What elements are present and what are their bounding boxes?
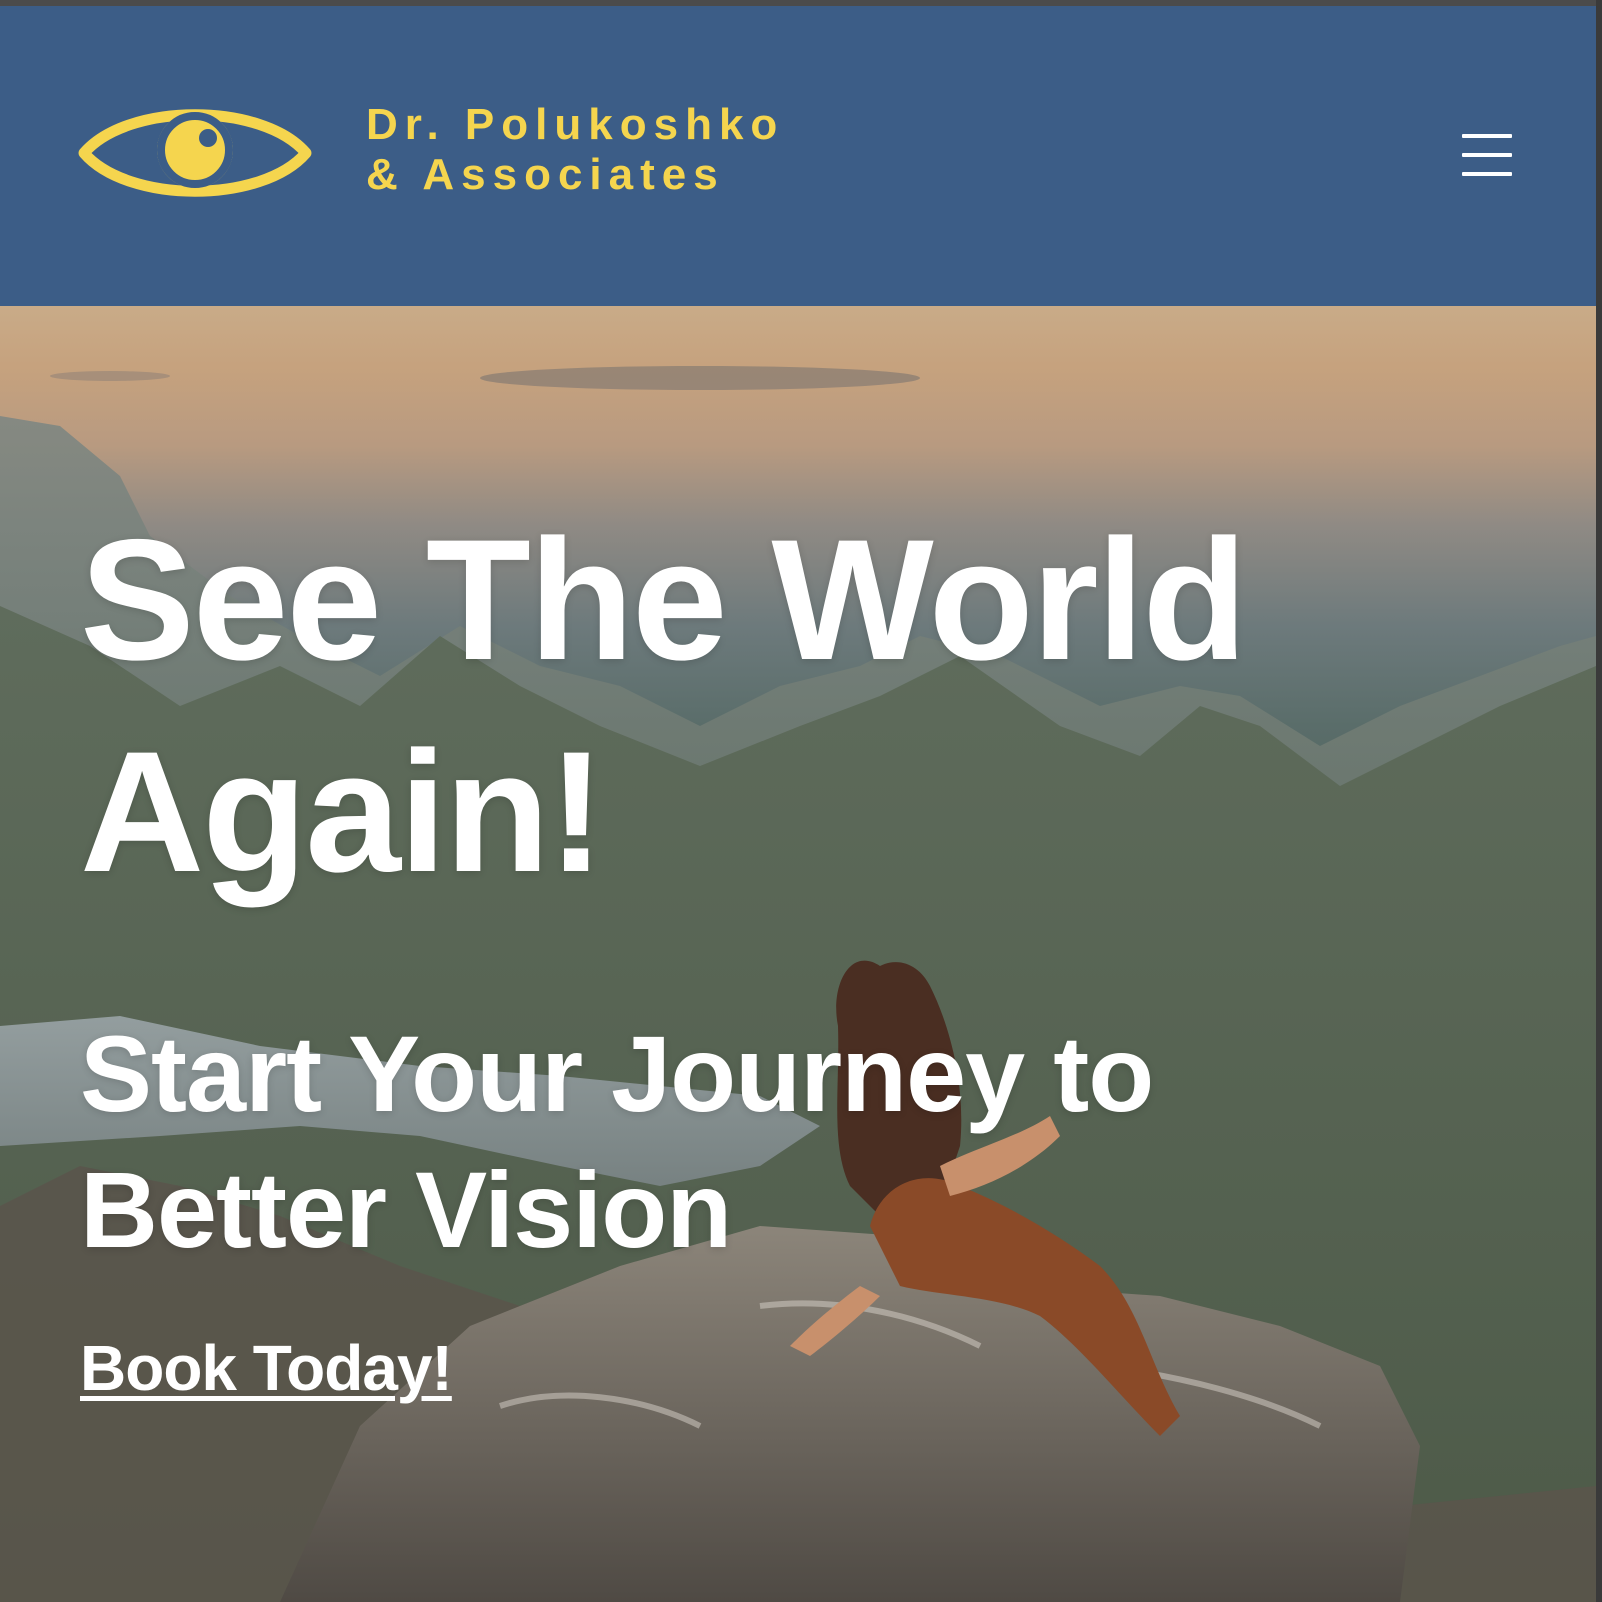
- hero-headline: See The World Again!: [80, 504, 1248, 908]
- brand-line-1: Dr. Polukoshko: [366, 100, 785, 149]
- menu-bar-bottom: [1462, 172, 1512, 176]
- window-right-edge: [1596, 0, 1602, 1602]
- site-header: Dr. Polukoshko & Associates: [0, 6, 1596, 306]
- menu-bar-middle: [1462, 153, 1512, 157]
- brand-name: Dr. Polukoshko & Associates: [366, 100, 784, 200]
- book-today-link[interactable]: Book Today!: [80, 1330, 453, 1406]
- page: Dr. Polukoshko & Associates See The Worl…: [0, 0, 1602, 1602]
- menu-bar-top: [1462, 134, 1512, 138]
- hamburger-menu-icon[interactable]: [1462, 130, 1514, 182]
- brand-line-2: & Associates: [366, 150, 725, 199]
- eye-icon: [78, 109, 312, 197]
- home-logo-link[interactable]: Dr. Polukoshko & Associates: [78, 94, 784, 212]
- hero-subheadline: Start Your Journey to Better Vision: [80, 1013, 1154, 1270]
- hero-section: See The World Again! Start Your Journey …: [0, 306, 1596, 1602]
